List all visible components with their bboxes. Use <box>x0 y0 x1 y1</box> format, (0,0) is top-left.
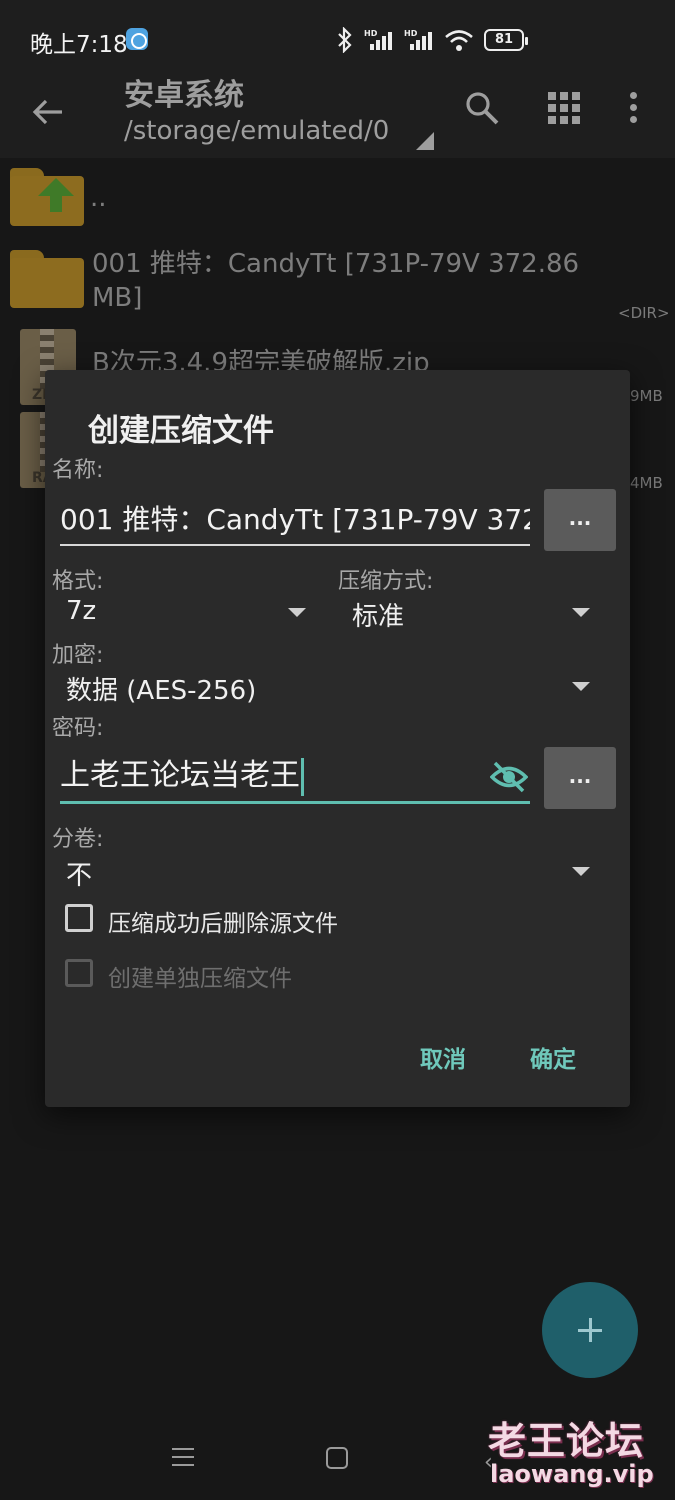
path-dropdown-icon[interactable] <box>416 132 434 150</box>
list-item-parent[interactable]: .. <box>0 160 675 232</box>
delete-source-label[interactable]: 压缩成功后删除源文件 <box>108 904 338 938</box>
split-dropdown-icon[interactable] <box>572 867 590 876</box>
wifi-icon <box>445 30 473 51</box>
nav-home-icon[interactable] <box>326 1447 348 1469</box>
list-item-folder[interactable]: 001 推特：CandyTt [731P-79V 372.86 MB] <DIR… <box>0 240 675 330</box>
toolbar-title: 安卓系统 <box>124 78 244 113</box>
format-dropdown-icon[interactable] <box>288 608 306 617</box>
status-icons: HD HD 81 <box>336 26 528 54</box>
split-label: 分卷: <box>52 827 104 852</box>
search-icon[interactable] <box>464 90 500 126</box>
watermark-text: 老王论坛 <box>488 1419 645 1463</box>
battery-icon: 81 <box>484 29 528 51</box>
signal-hd-1-icon: HD <box>364 29 392 50</box>
password-more-button[interactable]: ... <box>544 747 616 809</box>
status-time: 晚上7:18 <box>30 32 128 58</box>
password-input[interactable]: 上老王论坛当老王 <box>60 752 530 804</box>
file-name: .. <box>90 183 107 213</box>
svg-text:HD: HD <box>364 29 378 38</box>
watermark-url: laowang.vip <box>490 1460 654 1488</box>
file-meta: 4MB <box>630 474 663 492</box>
cancel-button[interactable]: 取消 <box>420 1040 466 1074</box>
password-label: 密码: <box>52 716 104 741</box>
separate-archives-checkbox <box>65 959 93 987</box>
separate-archives-label: 创建单独压缩文件 <box>108 966 292 992</box>
format-label: 格式: <box>52 569 104 594</box>
encryption-label: 加密: <box>52 643 104 668</box>
format-select[interactable]: 7z <box>66 596 96 626</box>
encryption-dropdown-icon[interactable] <box>572 682 590 691</box>
notification-app-icon <box>126 28 148 50</box>
folder-icon <box>10 250 84 308</box>
signal-hd-2-icon: HD <box>404 29 432 50</box>
method-label: 压缩方式: <box>338 569 434 594</box>
nav-menu-icon[interactable] <box>172 1448 194 1468</box>
toolbar-path[interactable]: /storage/emulated/0 <box>124 116 389 146</box>
dialog-title: 创建压缩文件 <box>88 413 274 449</box>
split-select[interactable]: 不 <box>66 855 92 892</box>
folder-up-icon <box>10 168 84 226</box>
browse-name-button[interactable]: ... <box>544 489 616 551</box>
add-fab-button[interactable] <box>542 1282 638 1378</box>
name-label: 名称: <box>52 458 104 483</box>
encryption-select[interactable]: 数据 (AES-256) <box>66 670 256 707</box>
create-archive-dialog <box>45 370 630 1107</box>
grid-view-icon[interactable] <box>548 92 580 124</box>
back-arrow-icon[interactable] <box>28 92 68 132</box>
bluetooth-icon <box>338 27 352 53</box>
delete-source-checkbox[interactable] <box>65 904 93 932</box>
svg-text:HD: HD <box>404 29 418 38</box>
more-options-icon[interactable] <box>630 92 640 124</box>
visibility-off-icon[interactable] <box>490 760 528 794</box>
method-dropdown-icon[interactable] <box>572 608 590 617</box>
file-meta: 9MB <box>630 387 663 405</box>
ok-button[interactable]: 确定 <box>530 1040 576 1074</box>
file-name-line1: 001 推特：CandyTt [731P-79V 372.86 <box>92 249 580 279</box>
archive-name-input[interactable]: 001 推特：CandyTt [731P-79V 372.86 MB] <box>60 498 530 546</box>
file-name-line2: MB] <box>92 283 143 313</box>
file-meta: <DIR> <box>618 304 670 322</box>
method-select[interactable]: 标准 <box>352 596 404 633</box>
